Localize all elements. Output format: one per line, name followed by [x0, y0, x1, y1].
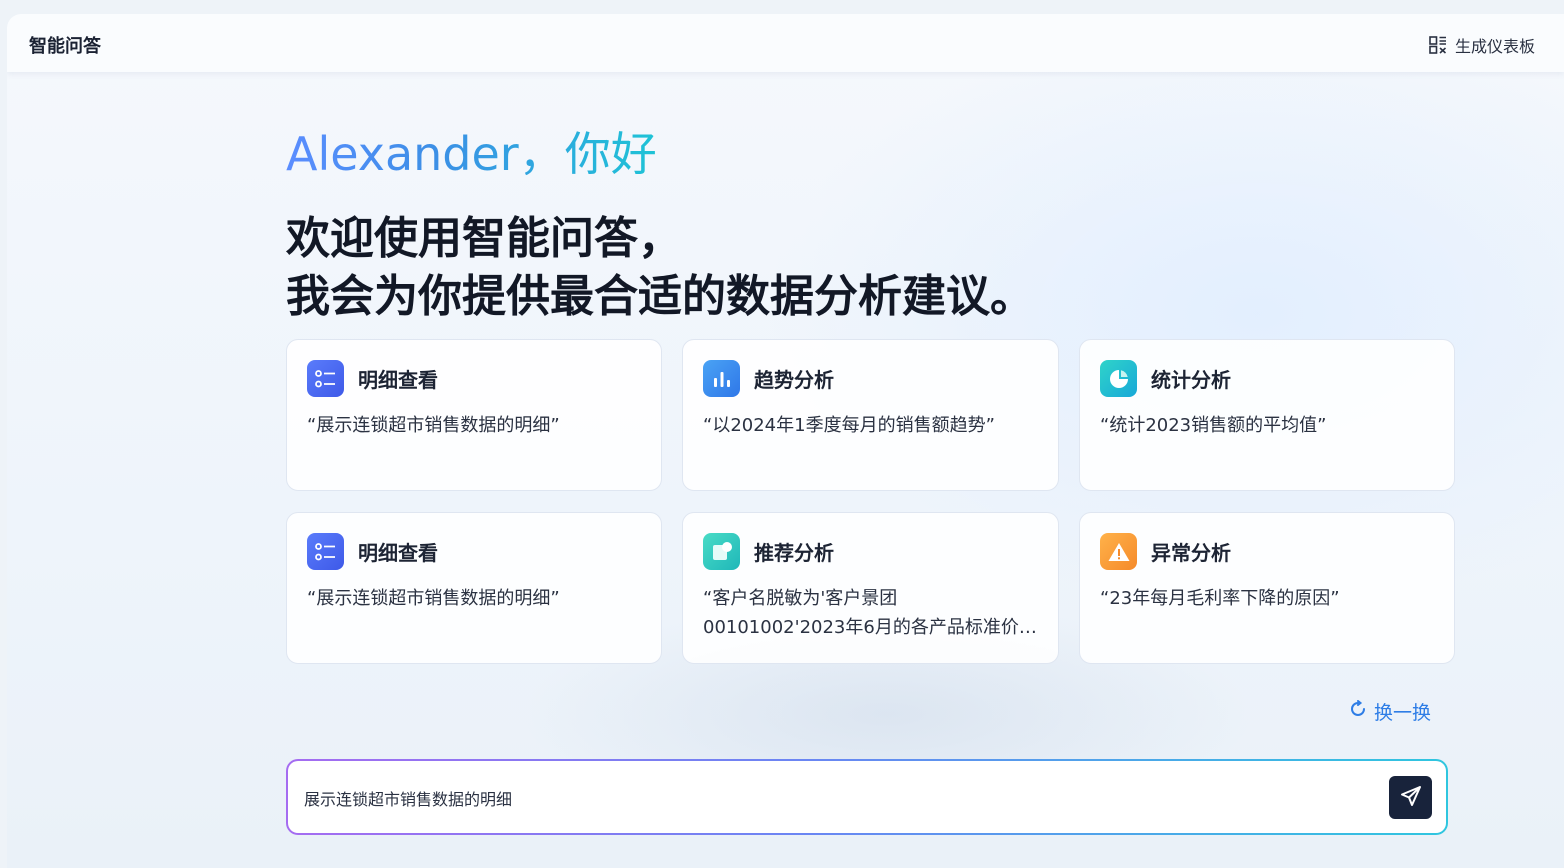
suggestion-cards: 明细查看 “展示连锁超市销售数据的明细” 趋势分析 “以2024年1季度每月的销… [286, 339, 1455, 664]
bar-chart-icon [703, 360, 740, 397]
card-title: 明细查看 [358, 368, 438, 392]
send-icon [1400, 785, 1422, 810]
card-title: 统计分析 [1151, 368, 1231, 392]
app-window: 智能问答 生成仪表板 Alexander，你好 欢迎使用智能问答， 我会为你提供… [7, 14, 1564, 868]
card-example-text: “统计2023销售额的平均值” [1100, 415, 1327, 436]
card-title: 明细查看 [358, 541, 438, 565]
warning-icon [1100, 533, 1137, 570]
suggestion-card-detail-2[interactable]: 明细查看 “展示连锁超市销售数据的明细” [286, 512, 662, 664]
card-example-text: “展示连锁超市销售数据的明细” [307, 415, 560, 436]
pie-chart-icon [1100, 360, 1137, 397]
recommend-icon [703, 533, 740, 570]
card-title: 异常分析 [1151, 541, 1231, 565]
top-bar: 智能问答 生成仪表板 [7, 14, 1564, 72]
query-input-box [286, 759, 1448, 835]
refresh-icon [1349, 700, 1367, 723]
greeting-text: Alexander，你好 [286, 127, 657, 181]
card-example-text: “23年每月毛利率下降的原因” [1100, 588, 1340, 609]
refresh-suggestions-button[interactable]: 换一换 [1349, 698, 1431, 725]
suggestion-card-anomaly[interactable]: 异常分析 “23年每月毛利率下降的原因” [1079, 512, 1455, 664]
suggestion-card-recommend[interactable]: 推荐分析 “客户名脱敏为'客户景团00101002'2023年6月的各产品标准价… [682, 512, 1059, 664]
card-example-text: “以2024年1季度每月的销售额趋势” [703, 415, 995, 436]
card-title: 推荐分析 [754, 541, 834, 565]
generate-dashboard-label: 生成仪表板 [1454, 37, 1535, 56]
card-example-text: “客户名脱敏为'客户景团00101002'2023年6月的各产品标准价格” [703, 588, 1019, 638]
list-detail-icon [307, 533, 344, 570]
welcome-line-2: 我会为你提供最合适的数据分析建议。 [286, 271, 1034, 322]
generate-dashboard-button[interactable]: 生成仪表板 [1429, 33, 1535, 57]
suggestion-card-statistics[interactable]: 统计分析 “统计2023销售额的平均值” [1079, 339, 1455, 491]
suggestion-card-detail-1[interactable]: 明细查看 “展示连锁超市销售数据的明细” [286, 339, 662, 491]
welcome-message: 欢迎使用智能问答， 我会为你提供最合适的数据分析建议。 [286, 210, 1034, 326]
app-title: 智能问答 [29, 36, 101, 57]
welcome-line-1: 欢迎使用智能问答， [286, 213, 682, 264]
dashboard-grid-icon [1429, 36, 1447, 54]
refresh-label: 换一换 [1374, 702, 1432, 724]
card-example-text: “展示连锁超市销售数据的明细” [307, 588, 560, 609]
query-input[interactable] [302, 761, 1366, 835]
card-title: 趋势分析 [754, 368, 834, 392]
list-detail-icon [307, 360, 344, 397]
send-button[interactable] [1389, 776, 1432, 819]
suggestion-card-trend[interactable]: 趋势分析 “以2024年1季度每月的销售额趋势” [682, 339, 1059, 491]
